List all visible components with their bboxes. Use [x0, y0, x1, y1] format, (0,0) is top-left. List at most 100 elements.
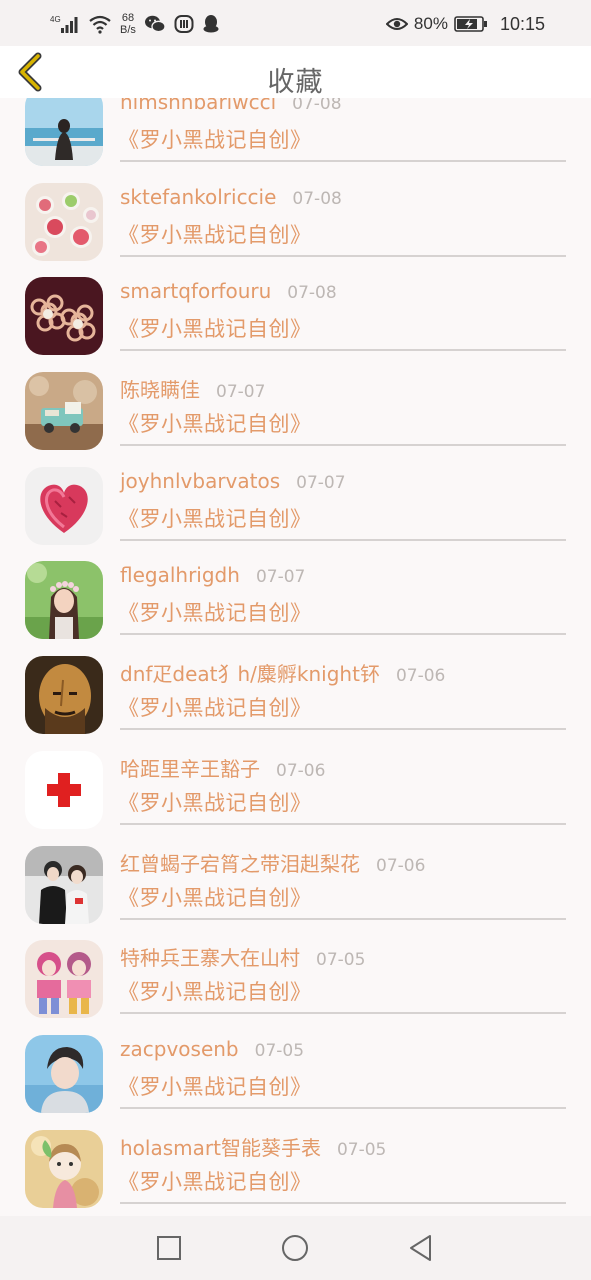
user-name[interactable]: smartqforfouru [120, 279, 271, 303]
favorite-item[interactable]: 红曾蝎子宕筲之带泪赳梨花 07-06 《罗小黑战记自创》 [0, 845, 591, 941]
battery-charging-icon [454, 16, 487, 32]
divider [120, 1106, 566, 1109]
user-name[interactable]: joyhnlvbarvatos [120, 469, 280, 493]
avatar[interactable] [25, 1129, 103, 1208]
battery-percent: 80% [413, 14, 448, 33]
favorite-item[interactable]: smartqforfouru 07-08 《罗小黑战记自创》 [0, 277, 591, 372]
favorite-date: 07-08 [287, 283, 337, 304]
favorite-item[interactable]: dnf疋deat犭h/麋孵knight钚 07-06 《罗小黑战记自创》 [0, 656, 591, 751]
favorite-item[interactable]: holasmart智能葵手表 07-05 《罗小黑战记自创》 [0, 1129, 591, 1216]
favorite-item-header: holasmart智能葵手表 07-05 [120, 1132, 386, 1162]
source-title[interactable]: 《罗小黑战记自创》 [118, 408, 312, 438]
net-speed: 68 B/s [120, 12, 136, 36]
source-title[interactable]: 《罗小黑战记自创》 [118, 124, 312, 154]
user-name[interactable]: holasmart智能葵手表 [120, 1132, 321, 1161]
user-name[interactable]: sktefankolriccie [120, 185, 276, 209]
favorite-date: 07-07 [255, 567, 306, 588]
source-title[interactable]: 《罗小黑战记自创》 [118, 313, 312, 343]
app-notification-icon [174, 15, 194, 33]
user-name[interactable]: 哈距里辛王豁子 [120, 753, 260, 782]
avatar[interactable] [25, 372, 103, 451]
eye-comfort-icon [385, 18, 408, 30]
avatar[interactable] [25, 466, 103, 545]
favorite-item-header: dnf疋deat犭h/麋孵knight钚 07-06 [120, 658, 445, 688]
divider [120, 349, 566, 352]
pearl-earrings-avatar-image [25, 277, 103, 356]
net-speed-unit: B/s [120, 24, 136, 36]
divider [120, 633, 566, 636]
avatar[interactable] [25, 277, 103, 356]
favorite-date: 07-05 [336, 1139, 387, 1160]
source-title[interactable]: 《罗小黑战记自创》 [118, 976, 312, 1006]
favorite-item-header: zacpvosenb 07-05 [120, 1037, 304, 1067]
heart-petals-avatar-image [25, 466, 103, 545]
user-name[interactable]: flegalhrigdh [120, 563, 240, 587]
system-back-button[interactable] [406, 1233, 436, 1263]
user-name[interactable]: zacpvosenb [120, 1037, 239, 1061]
favorite-item[interactable]: nimsnnbariwcci 07-08 《罗小黑战记自创》 [0, 98, 591, 183]
favorite-item-header: 红曾蝎子宕筲之带泪赳梨花 07-06 [120, 848, 425, 878]
favorite-item-header: smartqforfouru 07-08 [120, 279, 337, 309]
avatar[interactable] [25, 1034, 103, 1113]
favorite-item-header: 哈距里辛王豁子 07-06 [120, 753, 325, 783]
clock: 10:15 [499, 13, 545, 34]
two-girls-avatar-image [25, 940, 103, 1019]
home-button[interactable] [280, 1233, 310, 1263]
square-icon [157, 1236, 181, 1260]
favorite-date: 07-06 [376, 855, 426, 876]
wechat-icon [144, 15, 166, 33]
favorite-date: 07-05 [254, 1040, 305, 1061]
title-bar: 收藏 [0, 46, 591, 98]
favorite-item[interactable]: joyhnlvbarvatos 07-07 《罗小黑战记自创》 [0, 466, 591, 562]
girl-flower-crown-avatar-image [25, 561, 103, 640]
recent-apps-button[interactable] [154, 1233, 184, 1263]
favorite-date: 07-07 [216, 382, 266, 403]
source-title[interactable]: 《罗小黑战记自创》 [118, 1071, 312, 1101]
avatar[interactable] [25, 940, 103, 1019]
source-title[interactable]: 《罗小黑战记自创》 [118, 882, 312, 912]
page-title: 收藏 [267, 67, 324, 98]
signal-icon: 4G [50, 15, 78, 33]
source-title[interactable]: 《罗小黑战记自创》 [118, 692, 312, 722]
favorite-item[interactable]: 特种兵王寨大在山村 07-05 《罗小黑战记自创》 [0, 940, 591, 1035]
favorite-date: 07-06 [276, 760, 326, 781]
divider [120, 1012, 566, 1015]
source-title[interactable]: 《罗小黑战记自创》 [118, 1166, 312, 1196]
user-name[interactable]: 陈晓瞒佳 [120, 374, 200, 403]
favorite-item-header: 陈晓瞒佳 07-07 [120, 374, 265, 404]
divider [120, 444, 566, 447]
avatar[interactable] [25, 750, 103, 829]
user-name[interactable]: dnf疋deat犭h/麋孵knight钚 [120, 658, 380, 687]
avatar[interactable] [25, 656, 103, 735]
boy-portrait-avatar-image [25, 1034, 103, 1113]
favorite-item[interactable]: 陈晓瞒佳 07-07 《罗小黑战记自创》 [0, 372, 591, 467]
couple-avatar-image [25, 845, 103, 924]
network-type: 4G [50, 15, 61, 24]
user-name[interactable]: 特种兵王寨大在山村 [120, 942, 300, 971]
user-name[interactable]: 红曾蝎子宕筲之带泪赳梨花 [120, 848, 360, 877]
source-title[interactable]: 《罗小黑战记自创》 [118, 597, 312, 627]
qq-icon [203, 15, 219, 33]
divider [120, 538, 566, 541]
favorite-item-header: 特种兵王寨大在山村 07-05 [120, 942, 365, 972]
favorites-list[interactable]: nimsnnbariwcci 07-08 《罗小黑战记自创》 sktefankolri… [0, 98, 591, 1216]
source-title[interactable]: 《罗小黑战记自创》 [118, 503, 312, 533]
toy-truck-avatar-image [25, 372, 103, 451]
source-title[interactable]: 《罗小黑战记自创》 [118, 219, 312, 249]
divider [120, 160, 566, 162]
source-title[interactable]: 《罗小黑战记自创》 [118, 787, 312, 817]
favorite-item[interactable]: 哈距里辛王豁子 07-06 《罗小黑战记自创》 [0, 750, 591, 846]
avatar[interactable] [25, 561, 103, 640]
favorite-item[interactable]: flegalhrigdh 07-07 《罗小黑战记自创》 [0, 561, 591, 656]
user-name[interactable]: nimsnnbariwcci [120, 98, 276, 114]
favorite-item[interactable]: zacpvosenb 07-05 《罗小黑战记自创》 [0, 1034, 591, 1130]
red-cross-avatar-image [25, 750, 103, 829]
divider [120, 1201, 566, 1204]
avatar[interactable] [25, 98, 103, 166]
avatar[interactable] [25, 845, 103, 924]
status-bar: 4G 68 B/s 80% 10:15 [0, 0, 591, 46]
status-left: 4G 68 B/s [50, 10, 220, 38]
favorite-item[interactable]: sktefankolriccie 07-08 《罗小黑战记自创》 [0, 182, 591, 278]
bald-man-avatar-image [25, 656, 103, 735]
avatar[interactable] [25, 182, 103, 261]
